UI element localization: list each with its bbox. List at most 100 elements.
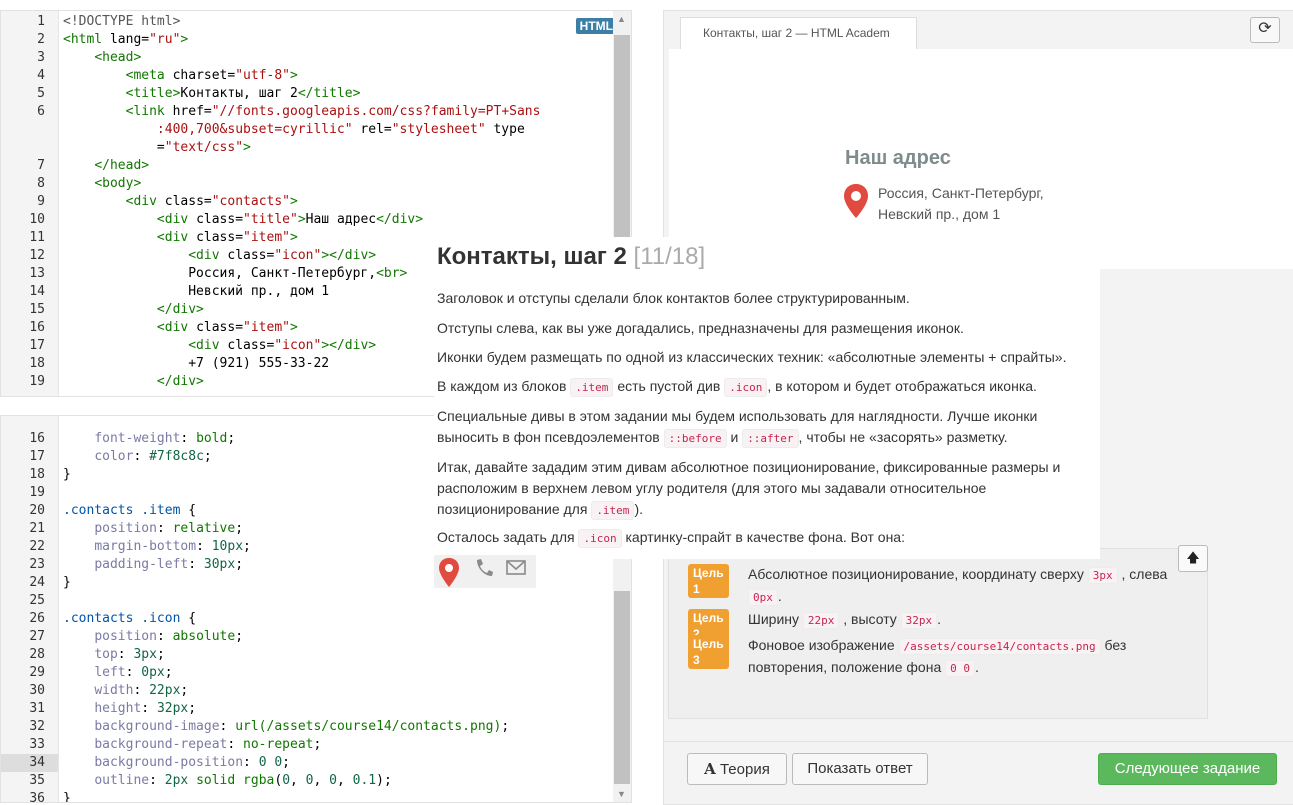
- preview-frame: Наш адрес Россия, Санкт-Петербург, Невск…: [669, 49, 1293, 269]
- code-text[interactable]: <title>Контакты, шаг 2</title>: [63, 85, 361, 103]
- code-line[interactable]: 5 <title>Контакты, шаг 2</title>: [1, 85, 613, 103]
- line-number: 5: [37, 86, 45, 101]
- code-line[interactable]: 3 <head>: [1, 49, 613, 67]
- code-text[interactable]: position: relative;: [63, 520, 243, 538]
- code-line[interactable]: 36}: [1, 790, 613, 802]
- code-text[interactable]: background-image: url(/assets/course14/c…: [63, 718, 509, 736]
- code-line[interactable]: 30 width: 22px;: [1, 682, 613, 700]
- theory-icon: A: [704, 760, 716, 778]
- code-line[interactable]: 10 <div class="title">Наш адрес</div>: [1, 211, 613, 229]
- code-text[interactable]: position: absolute;: [63, 628, 243, 646]
- code-snippet: .item: [570, 378, 614, 397]
- code-line[interactable]: 28 top: 3px;: [1, 646, 613, 664]
- code-line[interactable]: 34 background-position: 0 0;: [1, 754, 613, 772]
- code-text[interactable]: <div class="contacts">: [63, 193, 298, 211]
- contacts-sprite-image: [434, 555, 536, 588]
- code-text[interactable]: <meta charset="utf-8">: [63, 67, 298, 85]
- code-text[interactable]: color: #7f8c8c;: [63, 448, 211, 466]
- code-snippet: 32px: [900, 612, 938, 629]
- code-text[interactable]: <div class="icon"></div>: [63, 337, 376, 355]
- code-line[interactable]: 35 outline: 2px solid rgba(0, 0, 0, 0.1)…: [1, 772, 613, 790]
- code-text[interactable]: <!DOCTYPE html>: [63, 13, 180, 31]
- code-line[interactable]: 32 background-image: url(/assets/course1…: [1, 718, 613, 736]
- code-line[interactable]: 4 <meta charset="utf-8">: [1, 67, 613, 85]
- code-text[interactable]: outline: 2px solid rgba(0, 0, 0, 0.1);: [63, 772, 391, 790]
- text: картинку-спрайт в качестве фона. Вот она…: [625, 529, 905, 545]
- line-number: 24: [29, 575, 45, 590]
- code-line[interactable]: ="text/css">: [1, 139, 613, 157]
- code-text[interactable]: </div>: [63, 373, 204, 391]
- code-text[interactable]: top: 3px;: [63, 646, 164, 664]
- text: , чтобы не «засорять» разметку.: [798, 429, 1008, 445]
- code-text[interactable]: <div class="icon"></div>: [63, 247, 376, 265]
- code-line[interactable]: 7 </head>: [1, 157, 613, 175]
- code-text[interactable]: <html lang="ru">: [63, 31, 188, 49]
- code-text[interactable]: width: 22px;: [63, 682, 188, 700]
- code-text[interactable]: </div>: [63, 301, 204, 319]
- code-text[interactable]: <div class="item">: [63, 319, 298, 337]
- line-number: 14: [29, 284, 45, 299]
- map-pin-icon: [844, 184, 868, 218]
- code-text[interactable]: <link href="//fonts.googleapis.com/css?f…: [63, 103, 541, 121]
- code-text[interactable]: Россия, Санкт-Петербург,<br>: [63, 265, 407, 283]
- arrow-up-icon: 🡅: [1186, 550, 1200, 565]
- code-text[interactable]: }: [63, 466, 71, 484]
- code-snippet: 0px: [748, 589, 778, 606]
- line-number: 1: [37, 14, 45, 29]
- code-text[interactable]: ="text/css">: [63, 139, 251, 157]
- code-text[interactable]: }: [63, 574, 71, 592]
- theory-button[interactable]: A Теория: [687, 753, 787, 785]
- line-number: 16: [29, 431, 45, 446]
- scroll-thumb[interactable]: [614, 591, 630, 784]
- text: , высоту: [843, 611, 897, 627]
- code-line[interactable]: 1 <!DOCTYPE html>: [1, 13, 613, 31]
- scroll-down-arrow-icon[interactable]: ▼: [617, 789, 626, 799]
- code-line[interactable]: 29 left: 0px;: [1, 664, 613, 682]
- code-line[interactable]: 26 .contacts .icon {: [1, 610, 613, 628]
- preview-tab[interactable]: Контакты, шаг 2 — HTML Academ: [680, 17, 917, 49]
- code-text[interactable]: <div class="item">: [63, 229, 298, 247]
- code-text[interactable]: .contacts .icon {: [63, 610, 196, 628]
- next-task-button[interactable]: Следующее задание: [1098, 753, 1277, 785]
- code-text[interactable]: +7 (921) 555-33-22: [63, 355, 329, 373]
- code-text[interactable]: background-repeat: no-repeat;: [63, 736, 321, 754]
- html-mode-badge: HTML: [575, 18, 617, 34]
- code-line[interactable]: 31 height: 32px;: [1, 700, 613, 718]
- code-text[interactable]: font-weight: bold;: [63, 430, 235, 448]
- code-text[interactable]: <body>: [63, 175, 141, 193]
- text: .: [975, 659, 979, 675]
- code-text[interactable]: :400,700&subset=cyrillic" rel="styleshee…: [63, 121, 525, 139]
- scroll-up-arrow-icon[interactable]: ▲: [617, 14, 626, 24]
- code-text[interactable]: </head>: [63, 157, 149, 175]
- code-text[interactable]: left: 0px;: [63, 664, 172, 682]
- code-line[interactable]: 8 <body>: [1, 175, 613, 193]
- code-text[interactable]: background-position: 0 0;: [63, 754, 290, 772]
- code-line[interactable]: 2 <html lang="ru">: [1, 31, 613, 49]
- bottom-toolbar: A Теория Показать ответ Следующее задани…: [664, 741, 1293, 804]
- code-line[interactable]: :400,700&subset=cyrillic" rel="styleshee…: [1, 121, 613, 139]
- code-line[interactable]: 25: [1, 592, 613, 610]
- code-text[interactable]: Невский пр., дом 1: [63, 283, 329, 301]
- show-answer-button[interactable]: Показать ответ: [792, 753, 928, 785]
- code-text[interactable]: padding-left: 30px;: [63, 556, 243, 574]
- phone-icon: [477, 559, 493, 576]
- line-number: 6: [37, 104, 45, 119]
- code-text[interactable]: height: 32px;: [63, 700, 196, 718]
- code-line[interactable]: 6 <link href="//fonts.googleapis.com/css…: [1, 103, 613, 121]
- line-number: 10: [29, 212, 45, 227]
- paragraph-3: Иконки будем размещать по одной из класс…: [437, 349, 1067, 365]
- code-text[interactable]: margin-bottom: 10px;: [63, 538, 251, 556]
- goal-badge: Цель 3: [688, 635, 729, 669]
- refresh-button[interactable]: ⟳: [1250, 17, 1280, 43]
- text: Фоновое изображение: [748, 637, 895, 653]
- paragraph-2: Отступы слева, как вы уже догадались, пр…: [437, 320, 964, 336]
- line-number: 32: [29, 719, 45, 734]
- code-text[interactable]: .contacts .item {: [63, 502, 196, 520]
- code-line[interactable]: 27 position: absolute;: [1, 628, 613, 646]
- code-line[interactable]: 9 <div class="contacts">: [1, 193, 613, 211]
- code-text[interactable]: }: [63, 790, 71, 802]
- code-text[interactable]: <head>: [63, 49, 141, 67]
- code-line[interactable]: 33 background-repeat: no-repeat;: [1, 736, 613, 754]
- code-text[interactable]: <div class="title">Наш адрес</div>: [63, 211, 423, 229]
- line-number: 4: [37, 68, 45, 83]
